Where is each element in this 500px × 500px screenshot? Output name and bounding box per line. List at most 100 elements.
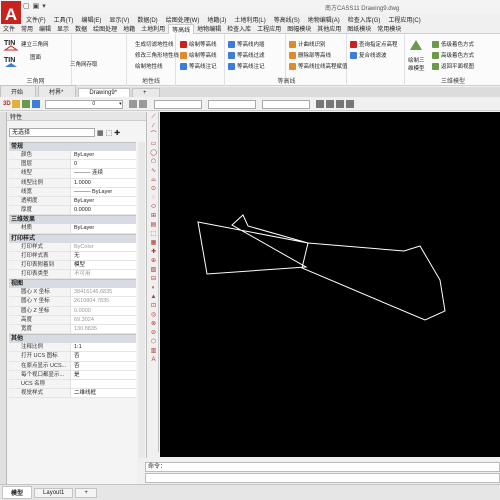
properties-strip[interactable] xyxy=(0,112,7,484)
plan-view-button[interactable]: 返回平面视图 xyxy=(432,62,474,70)
tin-icon[interactable]: TIN xyxy=(3,37,19,51)
arc-icon[interactable]: ⌒ xyxy=(150,132,157,139)
layer-freeze-icon[interactable] xyxy=(31,100,40,108)
pickadd-icon[interactable]: ✚ xyxy=(114,129,120,137)
table2-icon[interactable]: ⊡ xyxy=(150,303,157,310)
zoom-icon[interactable] xyxy=(345,100,354,108)
property-value[interactable]: 否 xyxy=(71,352,136,360)
add-layout-icon[interactable]: + xyxy=(75,487,97,498)
undo-icon[interactable] xyxy=(315,100,324,108)
build-tin-button[interactable]: 建立三角网 xyxy=(21,40,49,48)
contour-note-button[interactable]: 等高线注记 xyxy=(228,62,265,70)
gen-terrain-line-button[interactable]: 生成切滤地性线 xyxy=(135,40,174,48)
ribbon-tab[interactable]: 显示 xyxy=(54,24,72,33)
properties-section-header[interactable]: 打印样式 xyxy=(9,233,136,243)
property-value[interactable]: 不可用 xyxy=(71,270,136,278)
layer-state-icon[interactable] xyxy=(21,100,30,108)
wipeout-icon[interactable]: ⊟ xyxy=(150,276,157,283)
pan-icon[interactable] xyxy=(335,100,344,108)
selection-dropdown[interactable]: 无选择 xyxy=(9,128,95,137)
property-row[interactable]: 视觉样式 二维线框 xyxy=(9,389,136,399)
property-value[interactable]: 无 xyxy=(71,252,136,260)
command-input[interactable] xyxy=(145,473,500,483)
menu-item[interactable]: 检查入库(G) xyxy=(344,15,385,24)
property-value[interactable]: 1.0000 xyxy=(71,179,136,187)
property-value[interactable]: ByLayer xyxy=(71,224,136,232)
multiline-icon[interactable]: ⊗ xyxy=(150,321,157,328)
property-value[interactable]: 模型 xyxy=(71,261,136,269)
region-icon[interactable]: ⬚ xyxy=(150,231,157,238)
3d-model-icon[interactable] xyxy=(408,38,424,52)
property-value[interactable]: 二维线框 xyxy=(71,389,136,397)
property-row[interactable]: 打印表类型 不可用 xyxy=(9,270,136,280)
ribbon-tab[interactable]: 检查入库 xyxy=(224,24,254,33)
property-value[interactable]: 2610804.7835 xyxy=(71,297,136,305)
property-value[interactable]: ByLayer xyxy=(71,197,136,205)
property-row[interactable]: 打开 UCS 图标否 xyxy=(9,352,136,362)
menu-item[interactable]: 工具(T) xyxy=(50,15,78,24)
menu-item[interactable]: 文件(F) xyxy=(22,15,50,24)
contour-filter-button[interactable]: 等高线过滤 xyxy=(228,51,265,59)
draw-terrain-line-button[interactable]: 绘制地性线 xyxy=(135,62,163,70)
new-tab-icon[interactable]: + xyxy=(132,88,160,97)
document-tab[interactable]: 开始 xyxy=(0,85,37,97)
menu-item[interactable]: 编辑(E) xyxy=(77,15,105,24)
property-row[interactable]: 高度 69.3024 xyxy=(9,315,136,325)
menu-item[interactable]: 数据(D) xyxy=(133,15,161,24)
menu-item[interactable]: 土地利用(L) xyxy=(230,15,269,24)
property-row[interactable]: 打印样式 ByColor xyxy=(9,242,136,252)
construction-line-icon[interactable]: ∕ xyxy=(150,123,157,130)
properties-section-header[interactable]: 其他 xyxy=(9,334,136,344)
property-row[interactable]: 在原点显示 UCS... 否 xyxy=(9,361,136,371)
ellipse-icon[interactable]: ⬭ xyxy=(150,204,157,211)
point-icon[interactable]: ✚ xyxy=(150,249,157,256)
hatch-icon[interactable]: ▦ xyxy=(150,240,157,247)
property-row[interactable]: 线型 ——— 连续 xyxy=(9,169,136,179)
ribbon-tab[interactable]: 等高线 xyxy=(168,23,195,34)
region2-icon[interactable]: ▥ xyxy=(150,348,157,355)
property-row[interactable]: 线型比例 1.0000 xyxy=(9,178,136,188)
donut-icon[interactable]: ⊙ xyxy=(150,186,157,193)
delete-contour-button[interactable]: 删除部等高线 xyxy=(289,51,331,59)
property-value[interactable]: 0.0000 xyxy=(71,206,136,214)
ribbon-tab[interactable]: 地籍 xyxy=(120,24,138,33)
layer-icon[interactable] xyxy=(11,100,20,108)
low-shading-button[interactable]: 低级着色方式 xyxy=(432,40,474,48)
tin-edit-icon[interactable]: TIN xyxy=(3,54,19,68)
ribbon-tab[interactable]: 图幅模块 xyxy=(284,24,314,33)
dropdown-icon[interactable]: ▾ xyxy=(42,2,46,10)
high-shading-button[interactable]: 高级着色方式 xyxy=(432,51,474,59)
property-value[interactable]: ByLayer xyxy=(71,151,136,159)
ribbon-tab[interactable]: 地物编辑 xyxy=(194,24,224,33)
layer-match-icon[interactable] xyxy=(138,100,147,108)
tin-store-button[interactable]: 三角网存取 xyxy=(70,60,98,68)
ribbon-tab[interactable]: 文件 xyxy=(0,24,18,33)
lineweight-dropdown[interactable] xyxy=(261,99,310,109)
property-value[interactable]: ——— ByLayer xyxy=(71,188,136,196)
property-row[interactable]: 注释比例 1:1 xyxy=(9,343,136,353)
gradient-icon[interactable]: ⊕ xyxy=(150,258,157,265)
revcloud-icon[interactable]: ◌ xyxy=(150,195,157,202)
property-value[interactable] xyxy=(71,380,136,388)
properties-scrollbar[interactable] xyxy=(138,142,145,472)
properties-section-header[interactable]: 常规 xyxy=(9,142,136,151)
construction-icon[interactable]: ⊘ xyxy=(150,330,157,337)
quick-select-icon[interactable]: ▦ xyxy=(97,129,104,137)
ribbon-tab[interactable]: 数据 xyxy=(72,24,90,33)
3d-label[interactable]: 3D xyxy=(3,101,11,107)
helix-icon[interactable]: ◐ xyxy=(150,285,157,292)
property-value[interactable]: 38416146.6835 xyxy=(71,288,136,296)
property-row[interactable]: 材质 ByLayer xyxy=(9,224,136,234)
property-value[interactable]: 0 xyxy=(71,160,136,168)
menu-item[interactable]: 绘图处理(W) xyxy=(162,15,204,24)
circle-icon[interactable]: ◯ xyxy=(150,150,157,157)
property-row[interactable]: 圆心 Y 坐标 2610804.7835 xyxy=(9,297,136,307)
ribbon-tab[interactable]: 工程应用 xyxy=(254,24,284,33)
index-contour-button[interactable]: 计曲线识别 xyxy=(289,40,326,48)
revision-icon[interactable]: ◎ xyxy=(150,312,157,319)
parcel-right-polyline[interactable] xyxy=(301,242,446,321)
property-row[interactable]: 颜色 ByLayer xyxy=(9,151,136,161)
properties-section-header[interactable]: 视图 xyxy=(9,279,136,289)
select-objects-icon[interactable]: ⬚ xyxy=(106,129,113,137)
property-row[interactable]: 透明度 ByLayer xyxy=(9,196,136,207)
